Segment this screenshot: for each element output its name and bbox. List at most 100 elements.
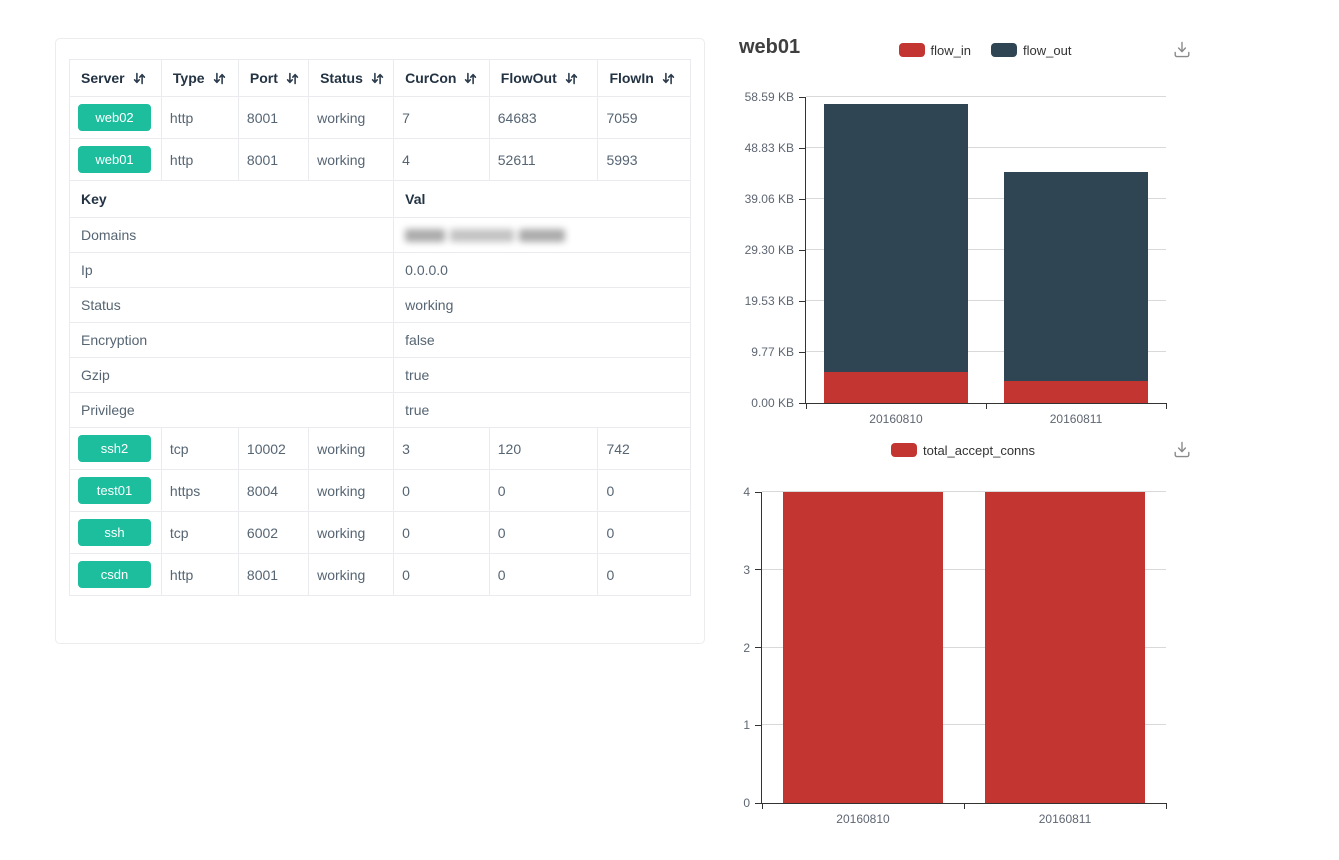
port-cell: 10002 (238, 428, 308, 470)
column-header-status[interactable]: Status (309, 60, 394, 97)
table-row: ssh2 tcp 10002 working 3 120 742 (70, 428, 691, 470)
table-row: web02 http 8001 working 7 64683 7059 (70, 97, 691, 139)
legend-item-flow_in[interactable]: flow_in (899, 43, 971, 58)
flowout-cell: 0 (489, 470, 598, 512)
bar-flow_out (824, 104, 968, 372)
column-header-type[interactable]: Type (161, 60, 238, 97)
y-axis-tick-label: 0 (743, 796, 750, 810)
status-cell: working (309, 139, 394, 181)
type-cell: https (161, 470, 238, 512)
legend-item-total_accept_conns[interactable]: total_accept_conns (891, 443, 1035, 458)
server-button[interactable]: ssh (78, 519, 151, 546)
column-header-server[interactable]: Server (70, 60, 162, 97)
detail-value: 0.0.0.0 (394, 253, 691, 288)
flowin-cell: 742 (598, 428, 691, 470)
save-as-image-button[interactable] (1171, 39, 1193, 61)
server-button[interactable]: web01 (78, 146, 151, 173)
chart-legend: total_accept_conns (761, 441, 1165, 459)
server-button[interactable]: csdn (78, 561, 151, 588)
legend-swatch (899, 43, 925, 57)
detail-value: false (394, 323, 691, 358)
detail-header-row: Key Val (70, 181, 691, 218)
table-row: csdn http 8001 working 0 0 0 (70, 554, 691, 596)
server-button[interactable]: web02 (78, 104, 151, 131)
sort-icon (464, 72, 477, 85)
x-axis-tick (1166, 803, 1167, 809)
detail-row: Domains (70, 218, 691, 253)
column-label: CurCon (405, 70, 456, 86)
type-cell: http (161, 554, 238, 596)
server-cell: csdn (70, 554, 162, 596)
y-axis-tick (755, 647, 761, 648)
port-cell: 8001 (238, 97, 308, 139)
status-cell: working (309, 470, 394, 512)
y-axis-tick (799, 250, 805, 251)
sort-icon (565, 72, 578, 85)
column-header-port[interactable]: Port (238, 60, 308, 97)
y-axis-tick-label: 39.06 KB (745, 192, 794, 206)
bar-flow_in (1004, 381, 1148, 403)
y-axis-tick (755, 492, 761, 493)
sort-icon (286, 72, 299, 85)
column-label: FlowOut (501, 70, 557, 86)
curcon-cell: 7 (394, 97, 490, 139)
x-axis-category-label: 20160810 (869, 412, 922, 426)
table-row: web01 http 8001 working 4 52611 5993 (70, 139, 691, 181)
flowout-cell: 0 (489, 554, 598, 596)
x-axis-tick (762, 803, 763, 809)
server-cell: web02 (70, 97, 162, 139)
column-header-flowout[interactable]: FlowOut (489, 60, 598, 97)
status-cell: working (309, 554, 394, 596)
y-axis-tick-label: 2 (743, 641, 750, 655)
type-cell: http (161, 139, 238, 181)
flowin-cell: 0 (598, 554, 691, 596)
y-axis-tick (755, 569, 761, 570)
detail-key: Status (70, 288, 394, 323)
detail-value: working (394, 288, 691, 323)
table-row: test01 https 8004 working 0 0 0 (70, 470, 691, 512)
flowout-cell: 0 (489, 512, 598, 554)
curcon-cell: 0 (394, 470, 490, 512)
chart-legend: flow_in flow_out (805, 41, 1165, 59)
table-header-row: Server Type Port Status CurCon FlowOut F… (70, 60, 691, 97)
curcon-cell: 4 (394, 139, 490, 181)
column-header-curcon[interactable]: CurCon (394, 60, 490, 97)
y-axis-tick-label: 29.30 KB (745, 243, 794, 257)
curcon-cell: 0 (394, 512, 490, 554)
flow-chart: web01 flow_in flow_out 0.00 KB9.77 KB19.… (705, 25, 1217, 425)
server-cell: ssh (70, 512, 162, 554)
detail-row: Ip 0.0.0.0 (70, 253, 691, 288)
y-axis-tick-label: 0.00 KB (751, 396, 794, 410)
column-header-flowin[interactable]: FlowIn (598, 60, 691, 97)
detail-row: Gzip true (70, 358, 691, 393)
legend-label: total_accept_conns (923, 443, 1035, 458)
y-axis-tick (799, 199, 805, 200)
curcon-cell: 3 (394, 428, 490, 470)
sort-icon (662, 72, 675, 85)
legend-item-flow_out[interactable]: flow_out (991, 43, 1071, 58)
detail-key: Encryption (70, 323, 394, 358)
server-button[interactable]: ssh2 (78, 435, 151, 462)
sort-icon (213, 72, 226, 85)
detail-value: true (394, 393, 691, 428)
y-axis-tick-label: 9.77 KB (751, 345, 794, 359)
server-cell: ssh2 (70, 428, 162, 470)
column-label: FlowIn (609, 70, 653, 86)
y-axis-tick-label: 19.53 KB (745, 294, 794, 308)
x-axis-tick (986, 403, 987, 409)
server-button[interactable]: test01 (78, 477, 151, 504)
table-row: ssh tcp 6002 working 0 0 0 (70, 512, 691, 554)
status-cell: working (309, 512, 394, 554)
save-as-image-button[interactable] (1171, 439, 1193, 461)
server-cell: web01 (70, 139, 162, 181)
detail-value (394, 218, 691, 253)
detail-row: Privilege true (70, 393, 691, 428)
type-cell: tcp (161, 428, 238, 470)
type-cell: tcp (161, 512, 238, 554)
sort-icon (133, 72, 146, 85)
column-label: Port (250, 70, 278, 86)
detail-key: Gzip (70, 358, 394, 393)
domains-value-redacted (405, 229, 679, 242)
detail-value: true (394, 358, 691, 393)
bar-flow_out (1004, 172, 1148, 381)
